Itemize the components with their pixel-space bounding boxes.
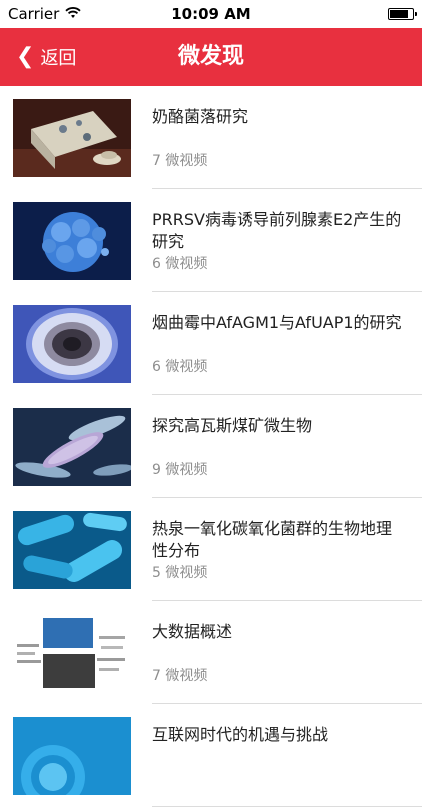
video-count: 9 微视频 <box>152 462 208 478</box>
list-item[interactable]: 互联网时代的机遇与挑战 <box>0 704 422 807</box>
virus-cell-thumbnail <box>13 202 131 280</box>
battery-level <box>390 10 408 18</box>
list-item[interactable]: 探究高瓦斯煤矿微生物 9 微视频 <box>0 395 422 498</box>
item-title: 探究高瓦斯煤矿微生物 <box>152 416 313 435</box>
list-item[interactable]: 热泉一氧化碳氧化菌群的生物地理性分布 5 微视频 <box>0 498 422 601</box>
video-count: 5 微视频 <box>152 565 208 581</box>
battery-icon <box>388 8 417 20</box>
status-bar: Carrier 10:09 AM <box>0 0 422 28</box>
item-title: 互联网时代的机遇与挑战 <box>152 725 329 744</box>
back-button[interactable]: ❮ 返回 <box>16 28 76 86</box>
bacteria-thumbnail <box>13 511 131 589</box>
internet-thumbnail <box>13 717 131 795</box>
list-item[interactable]: PRRSV病毒诱导前列腺素E2产生的研究 6 微视频 <box>0 189 422 292</box>
status-time: 10:09 AM <box>171 5 251 23</box>
video-count: 7 微视频 <box>152 668 208 684</box>
video-topic-list: 奶酪菌落研究 7 微视频 PRRSV病毒诱导前列腺素E2产生的研究 6 微视频 <box>0 86 422 807</box>
item-title: 奶酪菌落研究 <box>152 107 249 126</box>
petri-dish-thumbnail <box>13 305 131 383</box>
list-item[interactable]: 奶酪菌落研究 7 微视频 <box>0 86 422 189</box>
back-label: 返回 <box>40 48 77 69</box>
item-title: 大数据概述 <box>152 622 233 641</box>
list-item[interactable]: 大数据概述 7 微视频 <box>0 601 422 704</box>
video-count: 6 微视频 <box>152 256 208 272</box>
item-title: PRRSV病毒诱导前列腺素E2产生的研究 <box>152 210 402 251</box>
cheese-thumbnail <box>13 99 131 177</box>
item-title: 烟曲霉中AfAGM1与AfUAP1的研究 <box>152 313 402 332</box>
microbe-thumbnail <box>13 408 131 486</box>
back-chevron-icon: ❮ <box>16 44 35 69</box>
navigation-bar: ❮ 返回 微发现 <box>0 28 422 86</box>
video-count: 6 微视频 <box>152 359 208 375</box>
item-title: 热泉一氧化碳氧化菌群的生物地理性分布 <box>152 519 393 560</box>
big-data-thumbnail <box>13 614 131 692</box>
video-count: 7 微视频 <box>152 153 208 169</box>
list-item[interactable]: 烟曲霉中AfAGM1与AfUAP1的研究 6 微视频 <box>0 292 422 395</box>
